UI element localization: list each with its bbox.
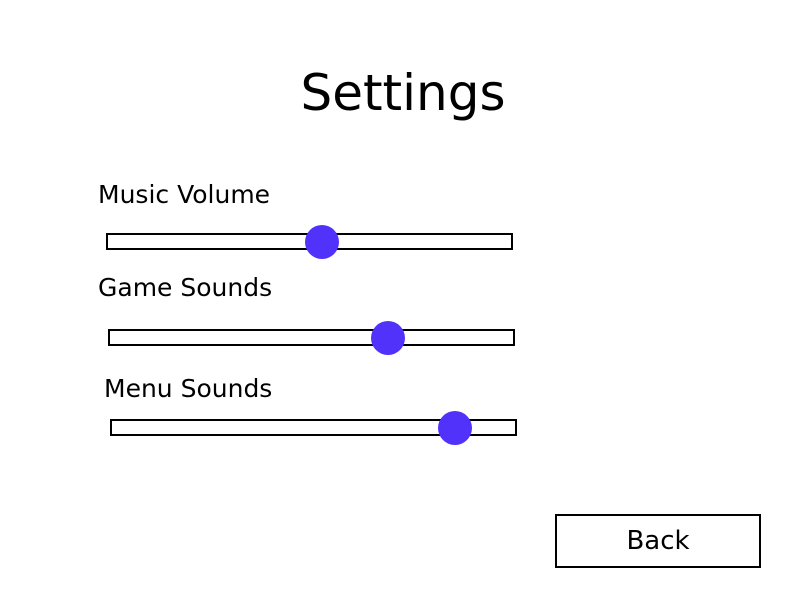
game-sounds-slider[interactable] <box>108 320 515 355</box>
menu-sounds-slider[interactable] <box>110 410 517 445</box>
menu-sounds-label: Menu Sounds <box>104 374 273 403</box>
back-button[interactable]: Back <box>555 514 761 568</box>
page-title: Settings <box>300 64 506 122</box>
music-volume-slider-thumb[interactable] <box>304 224 339 259</box>
music-volume-slider[interactable] <box>106 224 513 259</box>
menu-sounds-slider-thumb[interactable] <box>437 410 472 445</box>
music-volume-label: Music Volume <box>98 180 271 209</box>
game-sounds-label: Game Sounds <box>98 273 273 302</box>
game-sounds-slider-thumb[interactable] <box>371 320 406 355</box>
